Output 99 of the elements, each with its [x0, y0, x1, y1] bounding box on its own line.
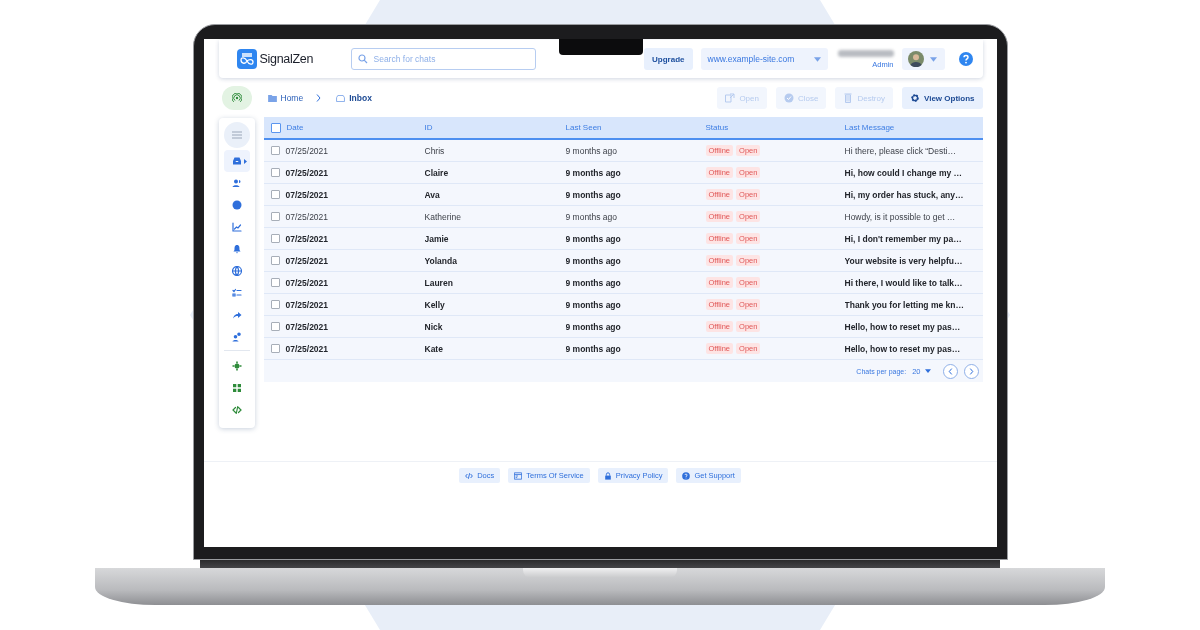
table-cell: Yolanda [424, 255, 457, 266]
table-cell: 9 months ago [565, 255, 621, 266]
caret-icon [924, 369, 931, 373]
row-checkbox[interactable] [270, 190, 280, 199]
table-cell: Jamie [424, 233, 449, 244]
open-icon [725, 93, 736, 103]
column-header[interactable]: Date [286, 123, 304, 132]
header-checkbox[interactable] [270, 122, 281, 133]
table-cell: 9 months ago [565, 299, 621, 310]
check-circle-icon [783, 93, 794, 103]
row-checkbox[interactable] [270, 300, 280, 309]
row-checkbox[interactable] [270, 168, 280, 177]
table-cell: 07/25/2021 [285, 255, 329, 266]
row-checkbox[interactable] [270, 322, 280, 331]
row-checkbox[interactable] [270, 212, 280, 221]
row-checkbox[interactable] [270, 146, 280, 155]
caret-icon [243, 158, 247, 164]
chevron-icon [316, 94, 322, 102]
settings-icon [909, 93, 920, 103]
grid-icon [231, 383, 242, 393]
caret-icon [929, 56, 937, 62]
table-cell: Kate [424, 343, 443, 354]
sidebar-item[interactable] [223, 150, 250, 172]
table-cell: 9 months ago [565, 233, 621, 244]
row-checkbox[interactable] [270, 256, 280, 265]
user-pin-icon [231, 332, 242, 342]
avatar-icon [907, 51, 924, 67]
caret-icon [813, 56, 821, 62]
row-checkbox[interactable] [270, 234, 280, 243]
table-cell: Kelly [424, 299, 445, 310]
globe-icon [231, 266, 242, 276]
inbox-icon [336, 94, 346, 102]
upgrade-button[interactable]: Upgrade [644, 48, 693, 70]
trash-icon [843, 93, 854, 103]
table-cell: Hi, how could I change my … [844, 167, 963, 178]
lock-icon [603, 471, 612, 480]
signal-icon [231, 93, 242, 103]
search-field[interactable]: Search for chats [350, 48, 536, 70]
table-cell: 9 months ago [565, 321, 621, 332]
table-cell: 07/25/2021 [285, 299, 329, 310]
logo-text: SignalZen [259, 52, 314, 66]
table-cell: Hi there, I would like to talk… [844, 277, 963, 288]
action-button[interactable]: View Options [901, 87, 983, 109]
table-cell: 07/25/2021 [285, 145, 329, 156]
site-dropdown[interactable]: www.example-site.com [700, 48, 828, 70]
contacts-icon [231, 178, 242, 188]
search-icon [357, 54, 368, 64]
table-cell: Katherine [424, 211, 461, 222]
logo-icon [236, 49, 257, 69]
column-header[interactable]: Last Seen [565, 123, 602, 132]
account-dropdown[interactable] [901, 48, 945, 70]
blurred-name [837, 49, 894, 57]
breadcrumb-link[interactable]: Inbox [336, 93, 372, 103]
menu-icon [231, 131, 242, 139]
table-cell: Chris [424, 145, 445, 156]
column-header[interactable]: Last Message [844, 123, 895, 132]
previous-page-button[interactable] [942, 363, 958, 379]
next-page-button[interactable] [963, 363, 979, 379]
table-cell: 9 months ago [565, 167, 621, 178]
table-cell: Your website is very helpfu… [844, 255, 963, 266]
table-cell: Ava [424, 189, 440, 200]
table-cell: 07/25/2021 [285, 211, 329, 222]
table-cell: Hi, I don't remember my pa… [844, 233, 962, 244]
breadcrumb-link[interactable]: Home [267, 93, 304, 103]
row-checkbox[interactable] [270, 344, 280, 353]
folder-icon [267, 94, 277, 102]
table-cell: Howdy, is it possible to get … [844, 211, 956, 222]
code-icon [465, 471, 474, 480]
online-status-button[interactable] [221, 86, 252, 110]
table-cell: Hi, my order has stuck, any… [844, 189, 964, 200]
table-cell: 9 months ago [565, 211, 617, 222]
table-cell: 9 months ago [565, 189, 621, 200]
table-cell: Hello, how to reset my pas… [844, 321, 961, 332]
table-cell: Claire [424, 167, 449, 178]
table-cell: Hi there, please click “Desti… [844, 145, 956, 156]
table-cell: 07/25/2021 [285, 343, 329, 354]
checklist-icon [231, 288, 242, 298]
table-cell: 07/25/2021 [285, 277, 329, 288]
table-cell: 07/25/2021 [285, 189, 329, 200]
document-icon [514, 471, 523, 480]
row-checkbox[interactable] [270, 278, 280, 287]
chevron-right-icon [968, 367, 974, 375]
chevron-left-icon [947, 367, 953, 375]
table-cell: 9 months ago [565, 145, 617, 156]
table-cell: 9 months ago [565, 343, 621, 354]
table-cell: 07/25/2021 [285, 233, 329, 244]
table-cell: 07/25/2021 [285, 167, 329, 178]
share-arrow-icon [231, 310, 242, 320]
table-cell: Lauren [424, 277, 453, 288]
column-header[interactable]: ID [424, 123, 433, 132]
bell-icon [231, 244, 242, 254]
table-cell: Thank you for letting me kn… [844, 299, 964, 310]
table-cell: 9 months ago [565, 277, 621, 288]
column-header[interactable]: Status [705, 123, 729, 132]
table-cell: 07/25/2021 [285, 321, 329, 332]
code-icon [231, 405, 242, 415]
table-cell: Nick [424, 321, 443, 332]
table-cell: Hello, how to reset my pas… [844, 343, 961, 354]
chart-icon [231, 222, 242, 232]
